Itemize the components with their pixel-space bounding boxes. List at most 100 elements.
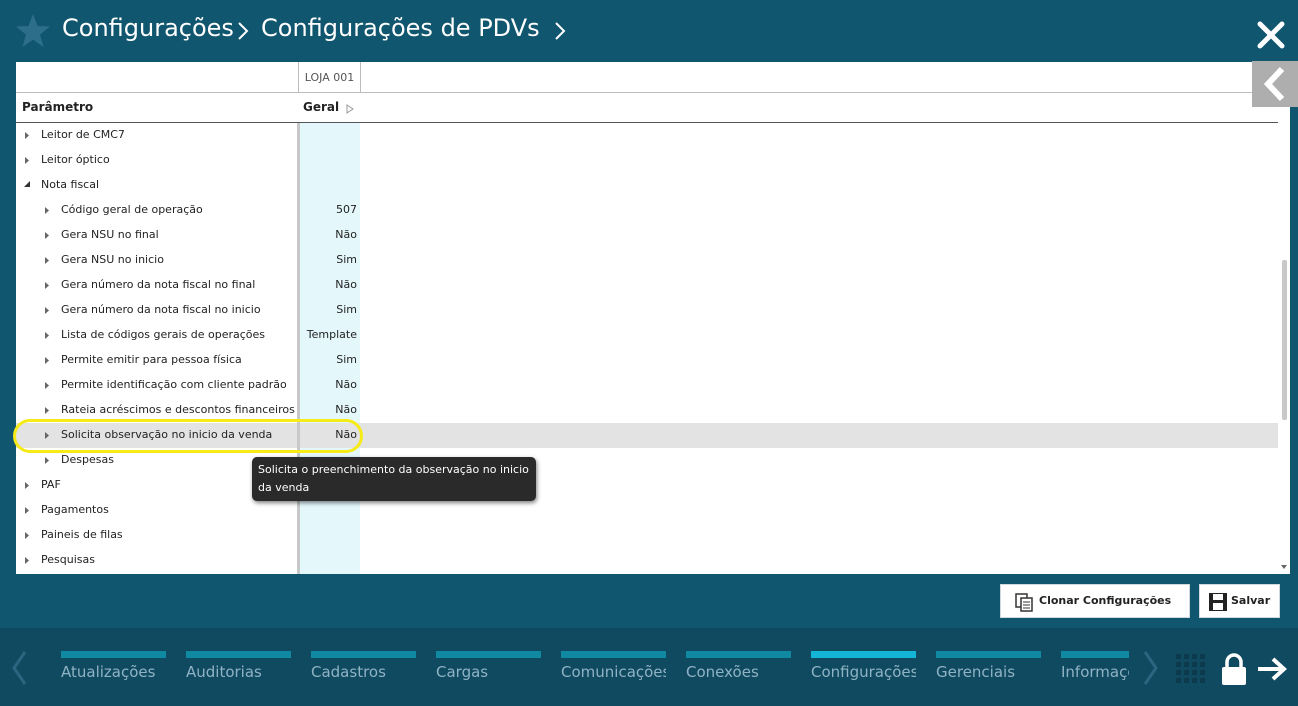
value-column-header[interactable]: Geral [303, 100, 339, 114]
nav-tab[interactable]: Cargas [436, 651, 541, 691]
chevron-left-icon [1263, 66, 1285, 102]
chevron-left-icon[interactable] [8, 648, 30, 688]
caret-right-icon[interactable] [24, 531, 30, 540]
nav-tab[interactable]: Conexões [686, 651, 791, 691]
row-value[interactable]: Não [300, 378, 357, 391]
row-label: Despesas [61, 453, 114, 466]
row-value[interactable]: Sim [300, 253, 357, 266]
table-row[interactable]: Despesas [16, 448, 1278, 473]
caret-right-icon[interactable] [44, 306, 50, 315]
caret-right-icon[interactable] [24, 506, 30, 515]
row-label: Pagamentos [41, 503, 109, 516]
nav-tab[interactable]: Gerenciais [936, 651, 1041, 691]
table-row[interactable]: Paineis de filas [16, 523, 1278, 548]
scrollbar-thumb[interactable] [1282, 260, 1287, 420]
nav-tab[interactable]: Auditorias [186, 651, 291, 691]
collapse-panel-button[interactable] [1252, 61, 1298, 107]
row-label: Gera NSU no inicio [61, 253, 164, 266]
nav-tab-label: Gerenciais [936, 663, 1016, 681]
row-label: Rateia acréscimos e descontos financeiro… [61, 403, 295, 416]
table-row[interactable]: Código geral de operação 507 [16, 198, 1278, 223]
breadcrumb-item-settings[interactable]: Configurações [62, 14, 234, 42]
caret-right-icon[interactable] [24, 556, 30, 565]
table-row[interactable]: Leitor óptico [16, 148, 1278, 173]
nav-tab-indicator [436, 651, 541, 658]
table-row[interactable]: Gera NSU no final Não [16, 223, 1278, 248]
table-row[interactable]: Permite emitir para pessoa física Sim [16, 348, 1278, 373]
tooltip-text-line-1: Solicita o preenchimento da observação n… [258, 463, 529, 476]
page-title: Configurações de PDVs [261, 14, 540, 42]
grid-icon[interactable] [1175, 653, 1207, 685]
breadcrumb-chevron-icon [238, 22, 249, 40]
row-value[interactable]: Não [300, 228, 357, 241]
table-row[interactable]: Gera NSU no inicio Sim [16, 248, 1278, 273]
nav-tab-label: Auditorias [186, 663, 262, 681]
table-row[interactable]: Nota fiscal [16, 173, 1278, 198]
table-row[interactable]: Rateia acréscimos e descontos financeiro… [16, 398, 1278, 423]
row-value[interactable]: Não [300, 403, 357, 416]
row-label: Permite identificação com cliente padrão [61, 378, 287, 391]
row-value[interactable]: Não [300, 278, 357, 291]
row-label: Paineis de filas [41, 528, 123, 541]
nav-tab[interactable]: Cadastros [311, 651, 416, 691]
caret-right-icon[interactable] [44, 256, 50, 265]
expand-column-icon[interactable] [346, 104, 354, 114]
table-row[interactable]: Permite identificação com cliente padrão… [16, 373, 1278, 398]
nav-tab[interactable]: Comunicações [561, 651, 666, 691]
row-label: Leitor óptico [41, 153, 110, 166]
caret-down-icon[interactable] [24, 181, 30, 190]
table-row[interactable]: Solicita observação no inicio da venda Nã… [16, 423, 1278, 448]
star-icon[interactable] [14, 12, 52, 50]
table-row[interactable]: Lista de códigos gerais de operações Temp… [16, 323, 1278, 348]
row-label: Solicita observação no inicio da venda [61, 428, 273, 441]
table-row[interactable]: Pesquisas [16, 548, 1278, 573]
row-value[interactable]: Template [300, 328, 357, 341]
close-icon[interactable] [1256, 20, 1286, 50]
save-button[interactable]: Salvar [1199, 584, 1280, 618]
nav-tab[interactable]: Configurações [811, 651, 916, 691]
table-row[interactable]: Gera número da nota fiscal no final Não [16, 273, 1278, 298]
table-row[interactable]: Pagamentos [16, 498, 1278, 523]
caret-right-icon[interactable] [44, 431, 50, 440]
row-value[interactable]: Não [300, 428, 357, 441]
caret-right-icon[interactable] [44, 456, 50, 465]
clone-settings-button[interactable]: Clonar Configurações [1000, 584, 1190, 618]
caret-right-icon[interactable] [44, 206, 50, 215]
nav-tab[interactable]: Informações [1061, 651, 1129, 691]
exit-arrow-icon[interactable] [1256, 656, 1288, 682]
caret-right-icon[interactable] [44, 356, 50, 365]
caret-right-icon[interactable] [44, 381, 50, 390]
nav-tab-label: Atualizações [61, 663, 156, 681]
row-label: Nota fiscal [41, 178, 100, 191]
row-value[interactable]: Sim [300, 303, 357, 316]
nav-tab-indicator [936, 651, 1041, 658]
divider [16, 92, 1278, 93]
nav-tab-indicator [61, 651, 166, 658]
caret-right-icon[interactable] [24, 481, 30, 490]
breadcrumb-chevron-icon [555, 22, 566, 40]
scroll-down-icon[interactable] [1280, 564, 1288, 570]
nav-tab-indicator [811, 651, 916, 658]
caret-right-icon[interactable] [24, 156, 30, 165]
row-label: Lista de códigos gerais de operações [61, 328, 266, 341]
caret-right-icon[interactable] [44, 406, 50, 415]
parameters-table: LOJA 001 Parâmetro Geral Leitor de CMC7 L… [16, 62, 1290, 574]
caret-right-icon[interactable] [44, 331, 50, 340]
caret-right-icon[interactable] [44, 231, 50, 240]
table-row[interactable]: Leitor de CMC7 [16, 123, 1278, 148]
row-value[interactable]: Sim [300, 353, 357, 366]
row-value[interactable]: 507 [300, 203, 357, 216]
chevron-right-icon[interactable] [1140, 648, 1162, 688]
nav-tab-label: Comunicações [561, 663, 666, 681]
nav-tab[interactable]: Atualizações [61, 651, 166, 691]
caret-right-icon[interactable] [44, 281, 50, 290]
column-splitter[interactable] [297, 123, 300, 574]
table-row[interactable]: Gera número da nota fiscal no inicio Sim [16, 298, 1278, 323]
table-row[interactable]: PAF [16, 473, 1278, 498]
lock-icon[interactable] [1220, 652, 1248, 686]
row-label: Código geral de operação [61, 203, 203, 216]
clone-icon [1015, 593, 1033, 612]
caret-right-icon[interactable] [24, 131, 30, 140]
nav-tab-indicator [1061, 651, 1129, 658]
row-label: Leitor de CMC7 [41, 128, 125, 141]
